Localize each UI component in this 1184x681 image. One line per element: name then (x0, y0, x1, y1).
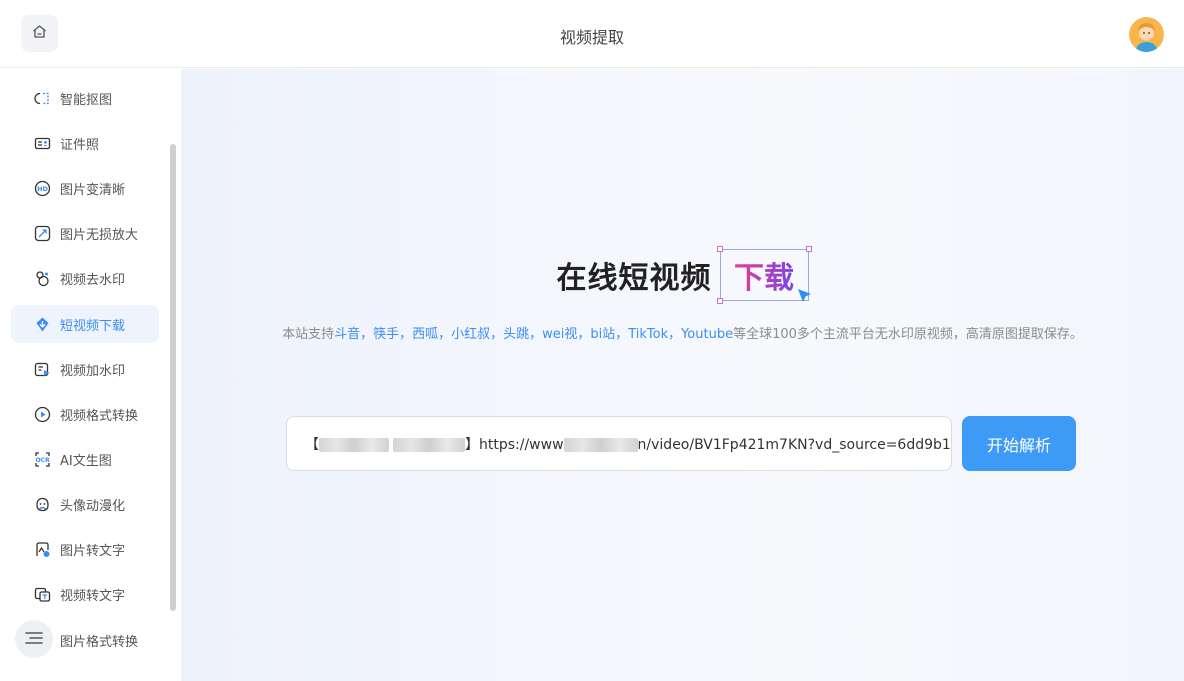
sidebar-item-short-video-download[interactable]: 短视频下载 (11, 305, 159, 343)
selection-handle (805, 246, 812, 252)
blurred-text (563, 437, 638, 452)
hd-icon: HD (34, 180, 51, 197)
cursor-icon (797, 288, 813, 308)
subtitle-prefix: 本站支持 (282, 327, 335, 342)
menu-icon (25, 630, 43, 649)
sidebar-item-image-to-text[interactable]: 图片转文字 (11, 530, 159, 568)
sidebar-item-label: 视频加水印 (60, 363, 126, 379)
image-to-text-icon (34, 541, 51, 558)
user-avatar[interactable] (1129, 17, 1164, 52)
svg-text:OCR: OCR (35, 457, 50, 464)
sidebar-item-video-format[interactable]: 视频格式转换 (11, 395, 159, 433)
sidebar-item-label: 视频转文字 (60, 588, 126, 604)
header: 视频提取 (0, 0, 1184, 68)
platform-list: 斗音，筷手，西呱，小红叔，头跳，wei视，bi站，TikTok，Youtube (334, 327, 734, 342)
video-to-text-icon (34, 586, 51, 603)
hero-title: 在线短视频 (556, 261, 712, 296)
sidebar-item-label: 图片无损放大 (60, 227, 139, 243)
sidebar-item-cutout[interactable]: 智能抠图 (11, 79, 159, 117)
svg-text:HD: HD (37, 185, 48, 193)
sidebar-item-video-to-text[interactable]: 视频转文字 (11, 575, 159, 613)
sidebar-item-label: 图片格式转换 (60, 634, 139, 650)
sidebar-item-label: 视频格式转换 (60, 408, 139, 424)
sidebar-item-hd[interactable]: HD 图片变清晰 (11, 169, 159, 207)
url-input-value: 【 】https://www n/video/BV1Fp421m7KN?vd_sou… (305, 434, 951, 454)
video-convert-icon (34, 406, 51, 423)
id-card-icon (34, 135, 51, 152)
blurred-text (319, 437, 389, 452)
ai-image-icon: OCR (34, 451, 51, 468)
cutout-icon (34, 90, 51, 107)
sidebar-item-enlarge[interactable]: 图片无损放大 (11, 214, 159, 252)
hero-heading: 在线短视频 下载 (181, 246, 1184, 304)
sidebar-item-id-photo[interactable]: 证件照 (11, 124, 159, 162)
sidebar-item-label: 智能抠图 (60, 92, 113, 108)
hero-accent-box: 下载 (716, 246, 812, 304)
sidebar-item-ai-image[interactable]: OCR AI文生图 (11, 440, 159, 478)
subtitle-suffix: 等全球100多个主流平台无水印原视频，高清原图提取保存。 (733, 327, 1083, 342)
selection-handle (716, 246, 723, 252)
main-content: 在线短视频 下载 本站支持斗音，筷手，西呱，小红叔，头跳，wei视，bi站，Ti… (181, 69, 1184, 681)
sidebar-scrollbar[interactable] (170, 144, 176, 611)
sidebar-item-label: 证件照 (60, 137, 100, 153)
sidebar-item-add-watermark[interactable]: 视频加水印 (11, 350, 159, 388)
sidebar-item-remove-watermark[interactable]: 视频去水印 (11, 259, 159, 297)
hero-accent: 下载 (734, 253, 794, 297)
sidebar-item-label: AI文生图 (60, 453, 112, 469)
download-icon (34, 316, 51, 333)
watermark-add-icon (34, 361, 51, 378)
blurred-text (393, 437, 465, 452)
enlarge-icon (34, 225, 51, 242)
start-parse-button[interactable]: 开始解析 (962, 416, 1076, 471)
sidebar-item-label: 图片转文字 (60, 543, 126, 559)
url-open-bracket: 【 (305, 436, 319, 453)
sidebar: 智能抠图 证件照 HD 图片变清晰 图片无损放大 视频去水印 短视频下载 视频加… (0, 68, 181, 681)
url-rest: n/video/BV1Fp421m7KN?vd_source=6dd9b1 (637, 436, 951, 453)
sidebar-collapse-button[interactable] (15, 620, 53, 658)
supported-platforms-text: 本站支持斗音，筷手，西呱，小红叔，头跳，wei视，bi站，TikTok，Yout… (181, 323, 1184, 342)
sidebar-item-label: 图片变清晰 (60, 182, 126, 198)
video-url-input[interactable]: 【 】https://www n/video/BV1Fp421m7KN?vd_sou… (286, 416, 952, 471)
sidebar-item-anime-avatar[interactable]: 头像动漫化 (11, 485, 159, 523)
page-title: 视频提取 (559, 28, 624, 47)
anime-avatar-icon (34, 496, 51, 513)
sidebar-item-label: 视频去水印 (60, 272, 126, 288)
watermark-remove-icon (34, 270, 51, 287)
url-close-bracket: 】https://www (465, 436, 564, 453)
sidebar-item-label: 短视频下载 (60, 318, 126, 334)
sidebar-item-label: 头像动漫化 (60, 498, 126, 514)
selection-handle (716, 298, 723, 304)
